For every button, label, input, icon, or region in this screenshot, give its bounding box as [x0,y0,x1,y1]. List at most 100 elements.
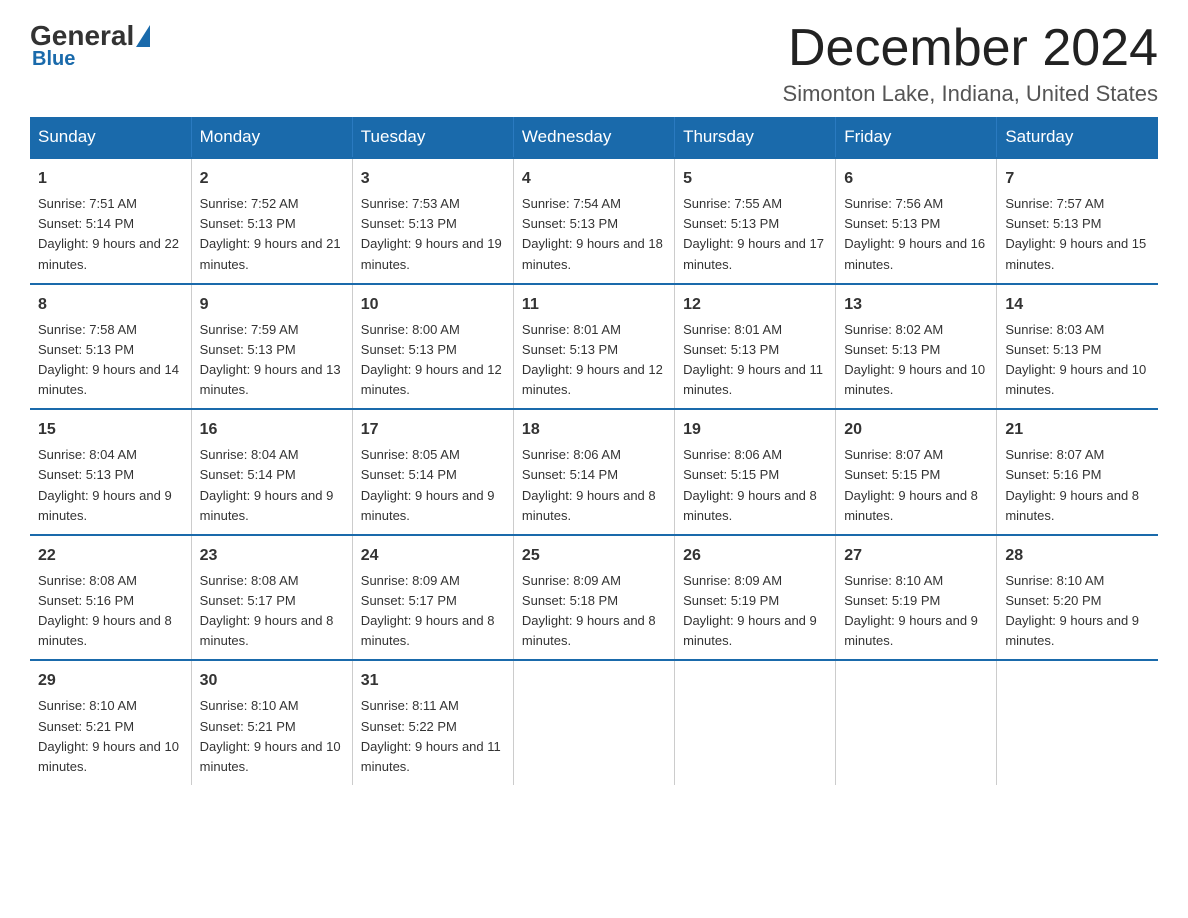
day-info: Sunrise: 8:10 AM Sunset: 5:21 PM Dayligh… [38,696,183,777]
sunrise-label: Sunrise: 8:07 AM [1005,447,1104,462]
sunset-label: Sunset: 5:13 PM [844,216,940,231]
day-info: Sunrise: 7:58 AM Sunset: 5:13 PM Dayligh… [38,320,183,401]
calendar-day-cell: 15 Sunrise: 8:04 AM Sunset: 5:13 PM Dayl… [30,409,191,535]
daylight-label: Daylight: 9 hours and 8 minutes. [200,613,334,648]
day-info: Sunrise: 8:11 AM Sunset: 5:22 PM Dayligh… [361,696,505,777]
day-info: Sunrise: 8:10 AM Sunset: 5:21 PM Dayligh… [200,696,344,777]
calendar-day-cell: 2 Sunrise: 7:52 AM Sunset: 5:13 PM Dayli… [191,158,352,284]
sunset-label: Sunset: 5:22 PM [361,719,457,734]
daylight-label: Daylight: 9 hours and 8 minutes. [683,488,817,523]
day-number: 31 [361,669,505,693]
calendar-day-cell: 14 Sunrise: 8:03 AM Sunset: 5:13 PM Dayl… [997,284,1158,410]
day-info: Sunrise: 7:56 AM Sunset: 5:13 PM Dayligh… [844,194,988,275]
day-info: Sunrise: 8:10 AM Sunset: 5:19 PM Dayligh… [844,571,988,652]
logo-triangle-icon [136,25,150,47]
day-info: Sunrise: 8:06 AM Sunset: 5:15 PM Dayligh… [683,445,827,526]
day-number: 2 [200,167,344,191]
sunset-label: Sunset: 5:16 PM [1005,467,1101,482]
sunset-label: Sunset: 5:13 PM [683,216,779,231]
day-number: 18 [522,418,666,442]
day-info: Sunrise: 8:09 AM Sunset: 5:17 PM Dayligh… [361,571,505,652]
weekday-header: Thursday [675,117,836,158]
daylight-label: Daylight: 9 hours and 9 minutes. [844,613,978,648]
day-info: Sunrise: 8:07 AM Sunset: 5:15 PM Dayligh… [844,445,988,526]
day-number: 17 [361,418,505,442]
sunrise-label: Sunrise: 7:59 AM [200,322,299,337]
sunrise-label: Sunrise: 7:58 AM [38,322,137,337]
day-number: 3 [361,167,505,191]
sunrise-label: Sunrise: 8:10 AM [1005,573,1104,588]
day-number: 8 [38,293,183,317]
day-number: 28 [1005,544,1150,568]
daylight-label: Daylight: 9 hours and 8 minutes. [844,488,978,523]
sunrise-label: Sunrise: 8:10 AM [844,573,943,588]
calendar-day-cell: 3 Sunrise: 7:53 AM Sunset: 5:13 PM Dayli… [352,158,513,284]
sunrise-label: Sunrise: 8:00 AM [361,322,460,337]
sunrise-label: Sunrise: 7:56 AM [844,196,943,211]
sunset-label: Sunset: 5:13 PM [522,216,618,231]
sunset-label: Sunset: 5:13 PM [38,342,134,357]
sunset-label: Sunset: 5:13 PM [1005,216,1101,231]
day-number: 1 [38,167,183,191]
day-info: Sunrise: 8:02 AM Sunset: 5:13 PM Dayligh… [844,320,988,401]
calendar-week-row: 15 Sunrise: 8:04 AM Sunset: 5:13 PM Dayl… [30,409,1158,535]
sunrise-label: Sunrise: 7:53 AM [361,196,460,211]
sunset-label: Sunset: 5:17 PM [200,593,296,608]
day-number: 20 [844,418,988,442]
calendar-day-cell: 29 Sunrise: 8:10 AM Sunset: 5:21 PM Dayl… [30,660,191,785]
daylight-label: Daylight: 9 hours and 10 minutes. [1005,362,1146,397]
logo[interactable]: General Blue [30,20,152,71]
sunset-label: Sunset: 5:14 PM [38,216,134,231]
day-number: 24 [361,544,505,568]
sunrise-label: Sunrise: 7:57 AM [1005,196,1104,211]
sunrise-label: Sunrise: 7:52 AM [200,196,299,211]
sunset-label: Sunset: 5:18 PM [522,593,618,608]
calendar-day-cell [675,660,836,785]
sunrise-label: Sunrise: 7:51 AM [38,196,137,211]
sunset-label: Sunset: 5:14 PM [522,467,618,482]
daylight-label: Daylight: 9 hours and 13 minutes. [200,362,341,397]
sunrise-label: Sunrise: 7:54 AM [522,196,621,211]
day-number: 29 [38,669,183,693]
day-info: Sunrise: 7:54 AM Sunset: 5:13 PM Dayligh… [522,194,666,275]
calendar-day-cell: 24 Sunrise: 8:09 AM Sunset: 5:17 PM Dayl… [352,535,513,661]
sunset-label: Sunset: 5:16 PM [38,593,134,608]
day-info: Sunrise: 8:10 AM Sunset: 5:20 PM Dayligh… [1005,571,1150,652]
sunrise-label: Sunrise: 8:05 AM [361,447,460,462]
daylight-label: Daylight: 9 hours and 8 minutes. [522,488,656,523]
daylight-label: Daylight: 9 hours and 18 minutes. [522,236,663,271]
sunset-label: Sunset: 5:13 PM [844,342,940,357]
calendar-week-row: 22 Sunrise: 8:08 AM Sunset: 5:16 PM Dayl… [30,535,1158,661]
day-info: Sunrise: 7:53 AM Sunset: 5:13 PM Dayligh… [361,194,505,275]
calendar-day-cell: 17 Sunrise: 8:05 AM Sunset: 5:14 PM Dayl… [352,409,513,535]
day-info: Sunrise: 8:07 AM Sunset: 5:16 PM Dayligh… [1005,445,1150,526]
daylight-label: Daylight: 9 hours and 15 minutes. [1005,236,1146,271]
daylight-label: Daylight: 9 hours and 9 minutes. [1005,613,1139,648]
calendar-day-cell: 18 Sunrise: 8:06 AM Sunset: 5:14 PM Dayl… [513,409,674,535]
sunrise-label: Sunrise: 8:08 AM [38,573,137,588]
sunrise-label: Sunrise: 8:07 AM [844,447,943,462]
sunrise-label: Sunrise: 8:09 AM [522,573,621,588]
sunrise-label: Sunrise: 8:08 AM [200,573,299,588]
day-info: Sunrise: 8:08 AM Sunset: 5:16 PM Dayligh… [38,571,183,652]
weekday-header: Tuesday [352,117,513,158]
sunrise-label: Sunrise: 8:01 AM [683,322,782,337]
weekday-header: Wednesday [513,117,674,158]
day-number: 11 [522,293,666,317]
calendar-day-cell [513,660,674,785]
day-info: Sunrise: 8:09 AM Sunset: 5:18 PM Dayligh… [522,571,666,652]
calendar-day-cell: 13 Sunrise: 8:02 AM Sunset: 5:13 PM Dayl… [836,284,997,410]
daylight-label: Daylight: 9 hours and 8 minutes. [522,613,656,648]
day-number: 5 [683,167,827,191]
daylight-label: Daylight: 9 hours and 9 minutes. [361,488,495,523]
sunset-label: Sunset: 5:13 PM [1005,342,1101,357]
sunset-label: Sunset: 5:21 PM [38,719,134,734]
title-section: December 2024 Simonton Lake, Indiana, Un… [783,20,1158,107]
daylight-label: Daylight: 9 hours and 19 minutes. [361,236,502,271]
day-number: 19 [683,418,827,442]
daylight-label: Daylight: 9 hours and 10 minutes. [200,739,341,774]
day-info: Sunrise: 7:51 AM Sunset: 5:14 PM Dayligh… [38,194,183,275]
daylight-label: Daylight: 9 hours and 10 minutes. [38,739,179,774]
day-info: Sunrise: 8:06 AM Sunset: 5:14 PM Dayligh… [522,445,666,526]
calendar-day-cell: 12 Sunrise: 8:01 AM Sunset: 5:13 PM Dayl… [675,284,836,410]
